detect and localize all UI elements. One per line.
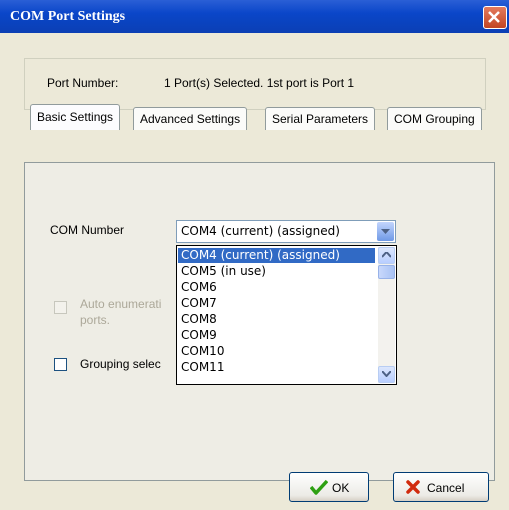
option-com6[interactable]: COM6	[178, 280, 375, 295]
option-com9[interactable]: COM9	[178, 328, 375, 343]
option-com7[interactable]: COM7	[178, 296, 375, 311]
auto-enumeration-label: Auto enumerati	[80, 297, 162, 311]
close-icon	[488, 11, 500, 23]
chevron-down-icon	[381, 229, 390, 234]
scroll-up-icon	[382, 252, 391, 258]
option-com8[interactable]: COM8	[178, 312, 375, 327]
cancel-label: Cancel	[427, 481, 465, 495]
scroll-thumb[interactable]	[378, 265, 395, 279]
checkmark-icon	[310, 479, 328, 495]
com-number-value: COM4 (current) (assigned)	[181, 224, 340, 238]
cross-icon	[406, 480, 420, 494]
grouping-label: Grouping selec	[80, 357, 161, 371]
scroll-down-button[interactable]	[378, 366, 395, 383]
com-number-select[interactable]: COM4 (current) (assigned)	[176, 220, 396, 243]
option-com11[interactable]: COM11	[178, 360, 375, 375]
tab-serial-parameters[interactable]: Serial Parameters	[265, 107, 376, 130]
com-number-dropdown: COM4 (current) (assigned) COM5 (in use) …	[176, 245, 397, 385]
tab-basic-settings[interactable]: Basic Settings	[30, 104, 121, 130]
ok-button[interactable]: OK	[289, 472, 369, 502]
dropdown-button[interactable]	[377, 222, 394, 241]
option-com5[interactable]: COM5 (in use)	[178, 264, 375, 279]
auto-enumeration-checkbox[interactable]	[54, 301, 67, 314]
auto-enumeration-label-2: ports.	[80, 313, 111, 327]
tab-advanced-settings[interactable]: Advanced Settings	[133, 107, 248, 130]
tab-com-grouping[interactable]: COM Grouping	[387, 107, 482, 130]
dropdown-scrollbar[interactable]	[378, 247, 395, 383]
port-number-label: Port Number:	[47, 76, 119, 90]
title-bar: COM Port Settings	[0, 0, 509, 33]
option-com4[interactable]: COM4 (current) (assigned)	[178, 248, 375, 263]
ok-label: OK	[332, 481, 350, 495]
port-number-box: Port Number: 1 Port(s) Selected. 1st por…	[24, 58, 486, 110]
scroll-up-button[interactable]	[378, 247, 395, 264]
option-com10[interactable]: COM10	[178, 344, 375, 359]
scroll-down-icon	[382, 371, 391, 377]
window-title: COM Port Settings	[10, 9, 126, 24]
grouping-checkbox[interactable]	[54, 358, 67, 371]
close-button[interactable]	[483, 6, 507, 29]
cancel-button[interactable]: Cancel	[393, 472, 489, 502]
port-number-value: 1 Port(s) Selected. 1st port is Port 1	[164, 76, 355, 90]
com-number-label: COM Number	[50, 223, 125, 237]
